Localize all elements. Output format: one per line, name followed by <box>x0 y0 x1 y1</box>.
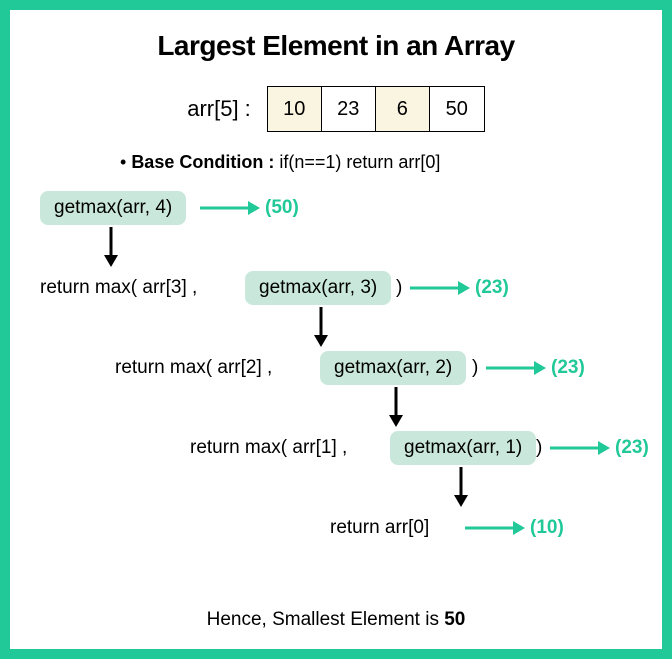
base-condition-label: Base Condition : <box>131 152 274 172</box>
paren-close: ) <box>472 357 478 379</box>
call-chip: getmax(arr, 1) <box>390 431 536 465</box>
call-chip: getmax(arr, 4) <box>40 191 186 225</box>
array-cell: 6 <box>376 87 430 131</box>
paren-close: ) <box>396 277 402 299</box>
call-chip: getmax(arr, 3) <box>245 271 391 305</box>
conclusion-value: 50 <box>444 609 465 630</box>
result-value: (23) <box>551 357 585 379</box>
result-value: (50) <box>265 197 299 219</box>
result-value: (10) <box>530 517 564 539</box>
base-condition-code: if(n==1) return arr[0] <box>279 152 440 172</box>
array-cell: 50 <box>430 87 484 131</box>
return-text: return arr[0] <box>330 517 429 539</box>
result-value: (23) <box>615 437 649 459</box>
arrow-right-icon <box>410 277 470 299</box>
diagram-frame: Largest Element in an Array arr[5] : 10 … <box>0 0 672 659</box>
arrow-down-icon <box>310 307 332 352</box>
arrow-right-icon <box>486 357 546 379</box>
arrow-right-icon <box>200 197 260 219</box>
paren-close: ) <box>536 437 542 459</box>
array-label: arr[5] : <box>187 96 251 122</box>
page-title: Largest Element in an Array <box>40 30 632 62</box>
array-cell: 10 <box>268 87 322 131</box>
return-text: return max( arr[3] , <box>40 277 197 299</box>
arrow-down-icon <box>450 467 472 512</box>
recursion-stage: getmax(arr, 4) (50) return max( arr[3] ,… <box>40 191 632 611</box>
conclusion-prefix: Hence, Smallest Element is <box>207 609 445 630</box>
result-value: (23) <box>475 277 509 299</box>
array-cell: 23 <box>322 87 376 131</box>
array-display: arr[5] : 10 23 6 50 <box>40 86 632 132</box>
arrow-down-icon <box>100 227 122 272</box>
arrow-right-icon <box>550 437 610 459</box>
arrow-right-icon <box>465 517 525 539</box>
conclusion-text: Hence, Smallest Element is 50 <box>10 609 662 631</box>
call-chip: getmax(arr, 2) <box>320 351 466 385</box>
array-cells: 10 23 6 50 <box>267 86 485 132</box>
arrow-down-icon <box>385 387 407 432</box>
return-text: return max( arr[2] , <box>115 357 272 379</box>
return-text: return max( arr[1] , <box>190 437 347 459</box>
base-condition: • Base Condition : if(n==1) return arr[0… <box>120 152 632 173</box>
